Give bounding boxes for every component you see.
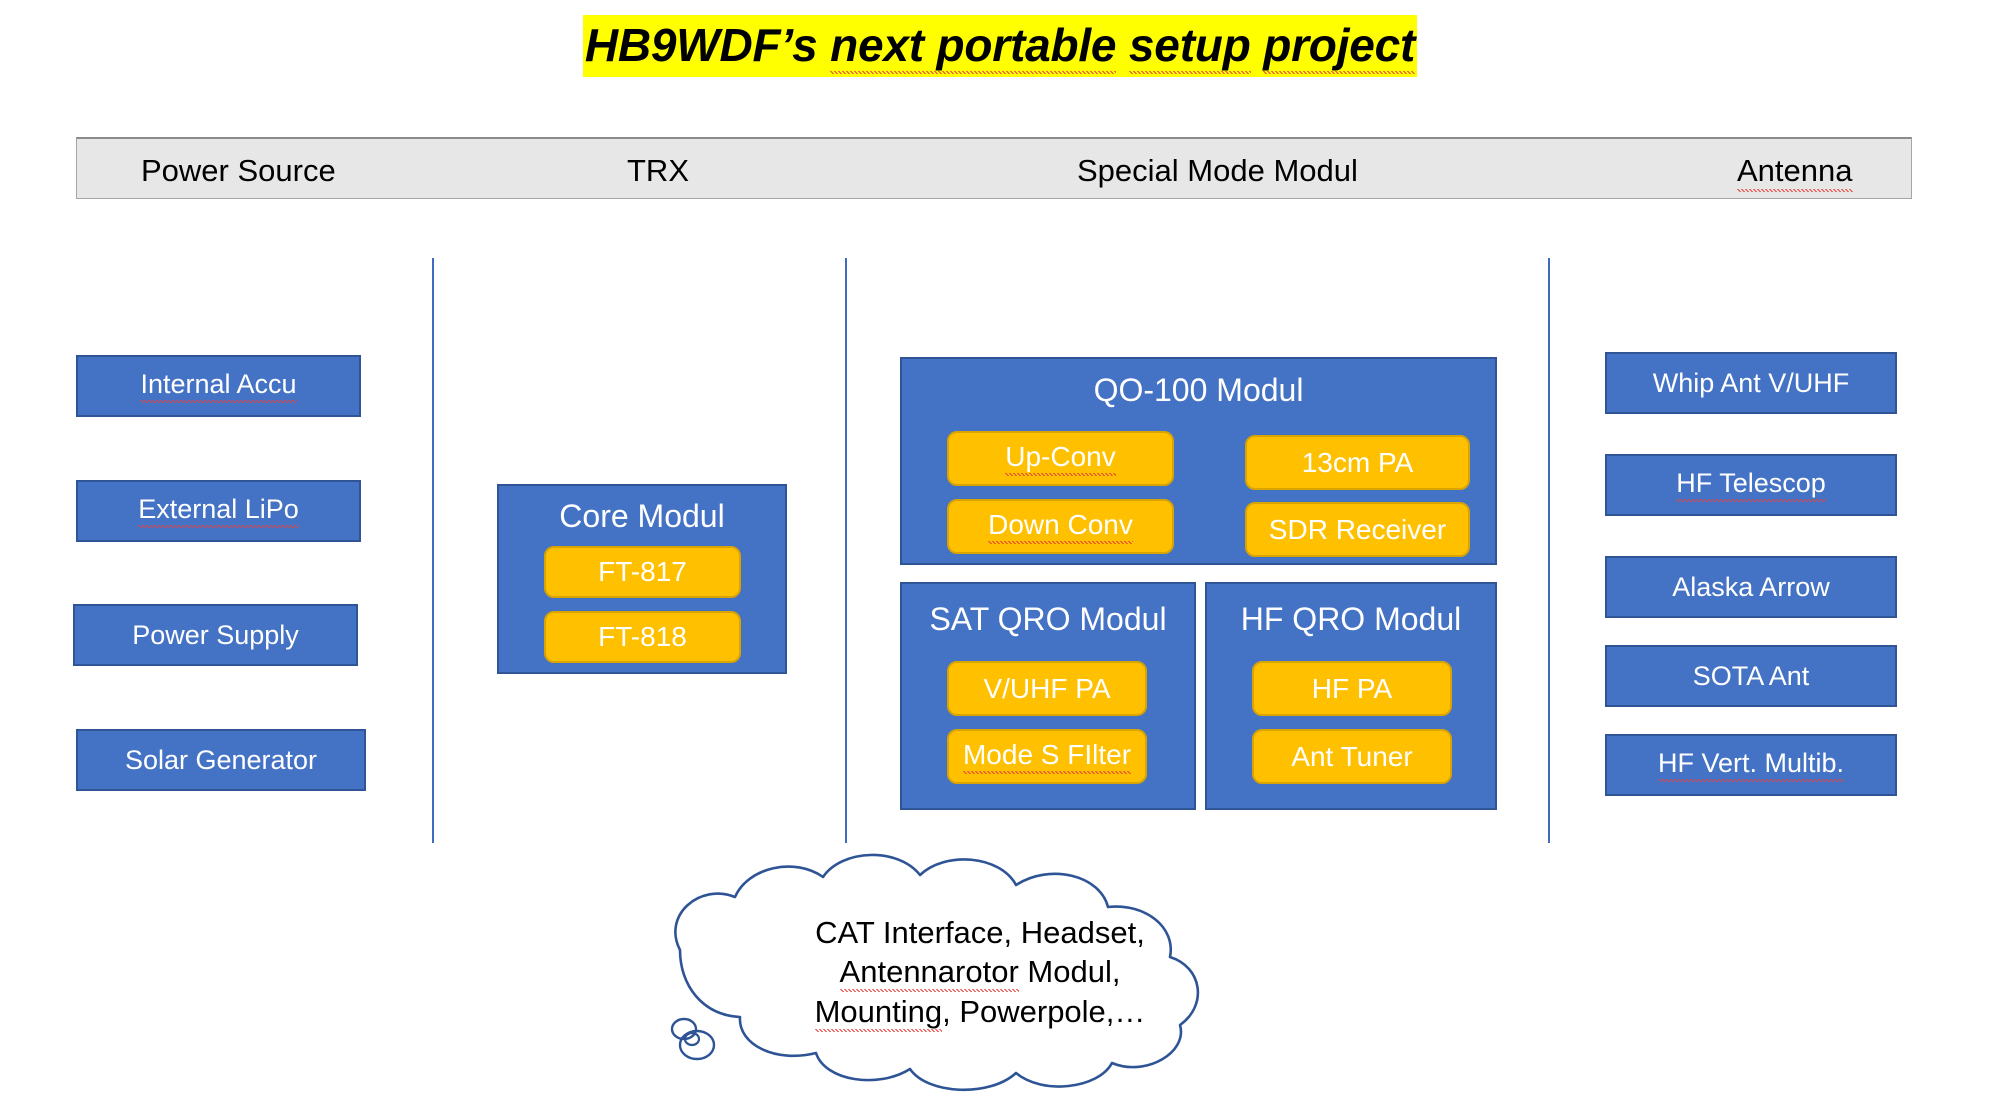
- hf-qro-item-hf-pa[interactable]: HF PA: [1252, 661, 1452, 716]
- thought-cloud: CAT Interface, Headset, Antennarotor Mod…: [580, 845, 1380, 1105]
- cloud-line-2-antennarotor: Antennarotor: [839, 954, 1019, 993]
- antenna-box-alaska-arrow-label: Alaska Arrow: [1672, 571, 1830, 602]
- qo100-item-down-conv-label: Down Conv: [988, 509, 1133, 544]
- column-divider-2: [845, 258, 847, 843]
- cloud-line-3-mounting: Mounting: [814, 993, 943, 1032]
- qo100-item-13cm-pa[interactable]: 13cm PA: [1245, 435, 1470, 490]
- column-divider-3: [1548, 258, 1550, 843]
- power-box-solar-generator[interactable]: Solar Generator: [76, 729, 366, 791]
- column-divider-1: [432, 258, 434, 843]
- power-box-internal-accu[interactable]: Internal Accu: [76, 355, 361, 417]
- hf-qro-item-hf-pa-label: HF PA: [1311, 672, 1393, 704]
- hf-qro-module[interactable]: HF QRO Modul HF PA Ant Tuner: [1205, 582, 1497, 810]
- title-segment-3: [1116, 19, 1129, 71]
- power-box-power-supply[interactable]: Power Supply: [73, 604, 358, 666]
- sat-qro-module[interactable]: SAT QRO Modul V/UHF PA Mode S FIlter: [900, 582, 1196, 810]
- qo100-item-sdr-receiver[interactable]: SDR Receiver: [1245, 502, 1470, 557]
- antenna-box-whip-ant-vuhf-label: Whip Ant V/UHF: [1652, 367, 1850, 398]
- cloud-text-block: CAT Interface, Headset, Antennarotor Mod…: [580, 913, 1380, 1032]
- column-header-bar: Power Source TRX Special Mode Modul Ante…: [76, 137, 1912, 199]
- core-item-ft-817[interactable]: FT-817: [544, 546, 741, 598]
- antenna-box-alaska-arrow[interactable]: Alaska Arrow: [1605, 556, 1897, 618]
- core-module[interactable]: Core Modul FT-817 FT-818: [497, 484, 787, 674]
- header-label-special-mode: Special Mode Modul: [1077, 153, 1358, 188]
- core-item-ft-818[interactable]: FT-818: [544, 611, 741, 663]
- sat-qro-item-mode-s-filter-label: Mode S FIlter: [962, 739, 1132, 774]
- title-segment-6: project: [1263, 19, 1415, 74]
- header-label-trx: TRX: [627, 153, 689, 188]
- header-label-power-source: Power Source: [141, 153, 336, 188]
- sat-qro-module-title: SAT QRO Modul: [929, 601, 1167, 637]
- power-box-external-lipo-label: External LiPo: [138, 494, 299, 528]
- page-title: HB9WDF’s next portable setup project: [0, 15, 2000, 77]
- core-item-ft-817-label: FT-817: [598, 556, 687, 587]
- antenna-box-sota-ant[interactable]: SOTA Ant: [1605, 645, 1897, 707]
- qo100-item-13cm-pa-label: 13cm PA: [1301, 446, 1414, 478]
- qo100-item-down-conv[interactable]: Down Conv: [947, 499, 1174, 554]
- power-box-power-supply-label: Power Supply: [132, 619, 299, 650]
- power-box-solar-generator-label: Solar Generator: [124, 744, 318, 775]
- qo100-item-up-conv-label: Up-Conv: [1005, 441, 1116, 476]
- hf-qro-item-ant-tuner-label: Ant Tuner: [1291, 740, 1413, 772]
- cloud-line-2-rest: Modul,: [1018, 954, 1121, 990]
- sat-qro-item-mode-s-filter[interactable]: Mode S FIlter: [947, 729, 1147, 784]
- hf-qro-item-ant-tuner[interactable]: Ant Tuner: [1252, 729, 1452, 784]
- antenna-box-hf-telescop[interactable]: HF Telescop: [1605, 454, 1897, 516]
- sat-qro-item-vuhf-pa-label: V/UHF PA: [983, 672, 1111, 704]
- title-segment-5: [1251, 19, 1264, 71]
- qo100-module[interactable]: QO-100 Modul Up-Conv Down Conv 13cm PA S…: [900, 357, 1497, 565]
- qo100-module-title: QO-100 Modul: [1093, 372, 1304, 408]
- sat-qro-item-vuhf-pa[interactable]: V/UHF PA: [947, 661, 1147, 716]
- title-segment-4: setup: [1128, 19, 1251, 74]
- cloud-line-3-rest: , Powerpole,…: [942, 993, 1146, 1029]
- title-segment-2: next portable: [830, 19, 1117, 74]
- antenna-box-hf-telescop-label: HF Telescop: [1676, 468, 1826, 502]
- qo100-item-sdr-receiver-label: SDR Receiver: [1268, 513, 1447, 545]
- hf-qro-module-title: HF QRO Modul: [1240, 601, 1462, 637]
- core-item-ft-818-label: FT-818: [598, 621, 687, 652]
- cloud-line-1: CAT Interface, Headset,: [815, 915, 1145, 950]
- antenna-box-hf-vert-multib-label: HF Vert. Multib.: [1657, 748, 1845, 782]
- title-segment-1: HB9WDF’s: [584, 19, 831, 71]
- antenna-box-hf-vert-multib[interactable]: HF Vert. Multib.: [1605, 734, 1897, 796]
- antenna-box-whip-ant-vuhf[interactable]: Whip Ant V/UHF: [1605, 352, 1897, 414]
- power-box-internal-accu-label: Internal Accu: [140, 369, 297, 403]
- antenna-box-sota-ant-label: SOTA Ant: [1692, 660, 1810, 691]
- power-box-external-lipo[interactable]: External LiPo: [76, 480, 361, 542]
- core-module-title: Core Modul: [559, 498, 725, 534]
- header-label-antenna: Antenna: [1737, 153, 1853, 192]
- qo100-item-up-conv[interactable]: Up-Conv: [947, 431, 1174, 486]
